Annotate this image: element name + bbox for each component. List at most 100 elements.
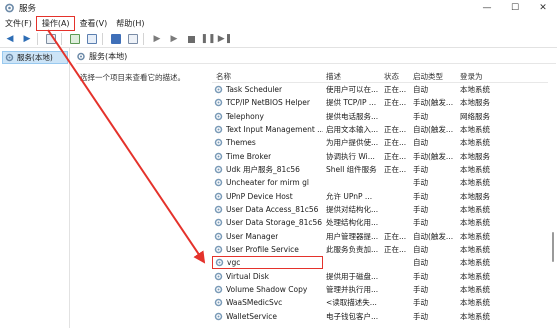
service-name-cell: vgc [212,256,323,270]
scrollbar-thumb[interactable] [552,232,554,262]
service-name: Themes [226,138,256,148]
service-gear-icon [214,179,223,187]
service-row[interactable]: Themes 为用户提供使... 正在... 自动 本地系统 [212,136,548,149]
service-row[interactable]: Task Scheduler 使用户可以在... 正在... 自动 本地系统 [212,83,548,96]
column-header-description[interactable]: 描述 [323,71,382,82]
service-gear-icon [214,99,223,107]
service-name: Virtual Disk [226,271,270,281]
pane-title: 服务(本地) [89,52,128,61]
service-status: 正在... [384,138,407,148]
service-row[interactable]: Telephony 提供电话服务... 手动 网络服务 [212,110,548,123]
service-row[interactable]: WalletService 电子钱包客户... 手动 本地系统 [212,310,548,323]
service-log-on-as: 本地服务 [460,191,490,201]
toolbar-divider [61,33,62,45]
service-gear-icon [214,312,223,320]
service-name-cell: Udk 用户服务_81c56 [212,164,323,175]
vertical-scrollbar[interactable] [550,62,556,328]
service-startup-type: 自动 [413,258,428,268]
service-gear-icon [214,152,223,161]
pause-service-icon[interactable]: ❚❚ [200,33,215,46]
start-service-icon[interactable]: ▶ [150,33,164,46]
menu-help[interactable]: 帮助(H) [111,16,148,31]
service-log-on-as: 本地系统 [460,138,490,148]
properties-icon[interactable] [126,33,140,46]
description-text: 选择一个项目来查看它的描述。 [80,73,185,82]
service-status: 正在... [384,98,407,108]
restart-service-icon[interactable]: ▶❚ [218,33,232,46]
services-gear-icon [5,53,14,62]
help-icon[interactable] [109,33,123,46]
toolbar-divider [37,33,38,45]
refresh-icon[interactable] [68,33,82,46]
service-description: 启用文本输入... [326,125,379,135]
column-header-startup-type[interactable]: 启动类型 [411,71,458,82]
stop-service-icon[interactable] [184,33,198,46]
menu-action[interactable]: 操作(A) [35,16,75,31]
minimize-button[interactable]: — [473,0,501,16]
service-name-cell: UPnP Device Host [212,192,323,201]
service-description: 提供电话服务... [326,111,379,121]
service-log-on-as: 本地系统 [460,271,490,281]
toolbar-divider [143,33,144,45]
service-name: Task Scheduler [226,85,283,95]
service-name: Text Input Management ... [226,125,323,135]
service-name-cell: User Data Storage_81c56 [212,218,323,227]
service-name: Udk 用户服务_81c56 [226,165,300,175]
service-gear-icon [214,125,223,134]
service-row[interactable]: Volume Shadow Copy 管理并执行用... 手动 本地系统 [212,283,548,296]
service-name-cell: Uncheater for mirm gl [212,178,323,187]
service-name-cell: Telephony [212,112,323,121]
service-startup-type: 手动 [413,178,428,188]
service-row[interactable]: WaaSMedicSvc <读取描述失... 手动 本地系统 [212,296,548,309]
console-tree: 服务(本地) [0,48,70,328]
column-header-name[interactable]: 名称 [212,71,323,82]
show-tree-icon[interactable] [44,33,58,46]
column-header-status[interactable]: 状态 [382,71,411,82]
service-row[interactable]: User Data Access_81c56 提供对结构化... 手动 本地系统 [212,203,548,216]
service-row[interactable]: Time Broker 协调执行 Wi... 正在... 手动(触发... 本地服务 [212,150,548,163]
service-gear-icon [214,285,223,294]
service-row[interactable]: Virtual Disk 提供用于磁盘... 手动 本地系统 [212,270,548,283]
service-row[interactable]: UPnP Device Host 允许 UPnP ... 手动 本地服务 [212,190,548,203]
service-startup-type: 手动 [413,205,428,215]
service-row[interactable]: Uncheater for mirm gl 手动 本地系统 [212,176,548,189]
service-name: Telephony [226,111,264,121]
maximize-button[interactable]: ☐ [501,0,529,16]
service-gear-icon [214,299,223,307]
start-service-alt-icon[interactable]: ▶ [167,33,181,46]
service-row[interactable]: Udk 用户服务_81c56 Shell 组件服务 正在... 手动 本地系统 [212,163,548,176]
service-description: 允许 UPnP ... [326,191,373,201]
back-icon[interactable]: ◀ [3,33,17,46]
title-bar: 服务 — ☐ ✕ [0,0,557,16]
service-row[interactable]: Text Input Management ... 启用文本输入... 正在... 自… [212,123,548,136]
service-startup-type: 自动 [413,245,428,255]
service-name: User Manager [226,231,279,241]
service-row[interactable]: TCP/IP NetBIOS Helper 提供 TCP/IP ... 正在... 手… [212,96,548,109]
service-gear-icon [214,112,223,121]
service-log-on-as: 本地系统 [460,218,490,228]
service-row[interactable]: User Profile Service 此服务负责加... 正在... 自动 本地系统 [212,243,548,256]
service-log-on-as: 本地系统 [460,231,490,241]
service-name-cell: Task Scheduler [212,85,323,94]
menu-view[interactable]: 查看(V) [75,16,112,31]
close-button[interactable]: ✕ [529,0,557,16]
service-description: <读取描述失... [326,298,377,308]
service-row[interactable]: User Data Storage_81c56 处理结构化用... 手动 本地系统 [212,216,548,229]
export-list-icon[interactable] [85,33,99,46]
menu-file[interactable]: 文件(F) [0,16,36,31]
service-description: 此服务负责加... [326,245,379,255]
services-pane: 服务(本地) 选择一个项目来查看它的描述。 名称 描述 状态 启动类型 登录为 … [72,48,557,328]
service-status: 正在... [384,125,407,135]
service-log-on-as: 本地系统 [460,311,490,321]
forward-icon[interactable]: ▶ [20,33,34,46]
service-startup-type: 手动 [413,298,428,308]
service-gear-icon [214,219,223,227]
tree-item-services-local[interactable]: 服务(本地) [2,51,68,64]
service-description: 协调执行 Wi... [326,151,375,161]
column-header-log-on-as[interactable]: 登录为 [458,71,508,82]
service-gear-icon [214,165,223,174]
service-row[interactable]: vgc 自动 本地系统 [212,256,548,270]
service-row[interactable]: User Manager 用户管理器提... 正在... 自动(触发... 本地系统 [212,230,548,243]
service-startup-type: 手动 [413,111,428,121]
service-status: 正在... [384,165,407,175]
